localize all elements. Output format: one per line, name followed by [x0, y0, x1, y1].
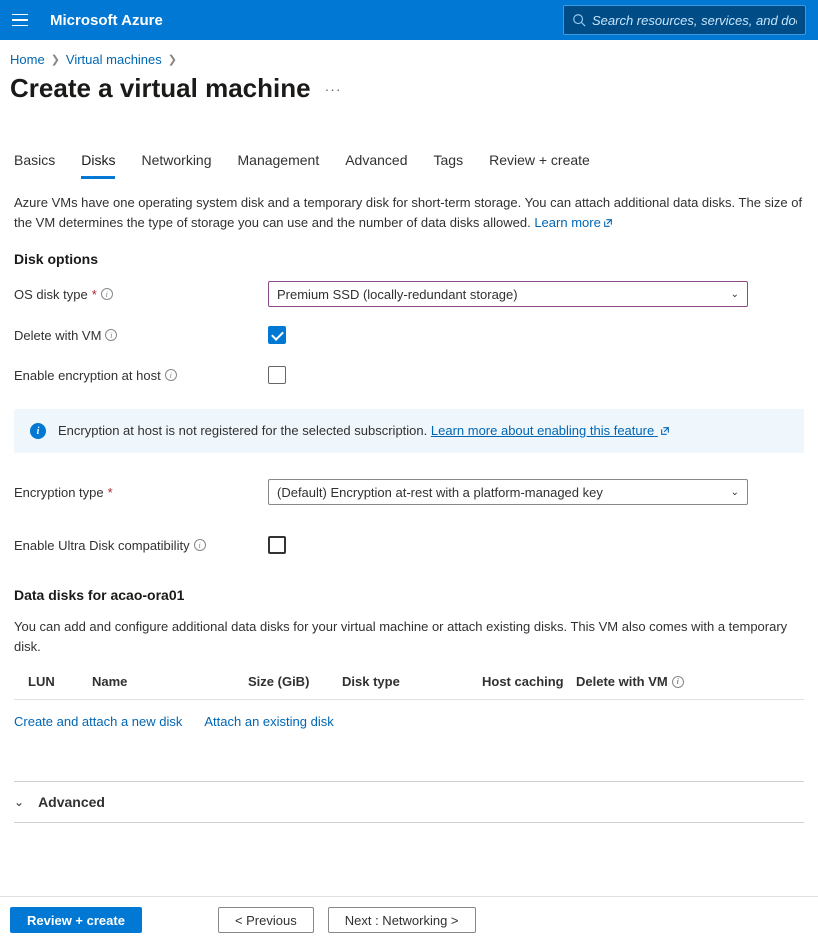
wizard-footer: Review + create < Previous Next : Networ…	[0, 896, 818, 943]
checkbox-encryption-at-host[interactable]	[268, 366, 286, 384]
info-icon: i	[30, 423, 46, 439]
label-ultra-disk: Enable Ultra Disk compatibility i	[14, 538, 268, 553]
page-header: Create a virtual machine ···	[0, 67, 818, 104]
tab-description: Azure VMs have one operating system disk…	[14, 193, 804, 233]
col-header-size: Size (GiB)	[248, 674, 342, 689]
external-link-icon	[603, 214, 613, 234]
required-asterisk: *	[92, 287, 97, 302]
chevron-down-icon: ⌄	[14, 795, 24, 809]
info-icon[interactable]: i	[101, 288, 113, 300]
review-create-button[interactable]: Review + create	[10, 907, 142, 933]
disk-options-heading: Disk options	[14, 251, 804, 267]
tab-networking[interactable]: Networking	[141, 152, 211, 179]
data-disks-table-header: LUN Name Size (GiB) Disk type Host cachi…	[14, 670, 804, 700]
col-header-cache: Host caching	[482, 674, 576, 689]
label-encryption-type: Encryption type *	[14, 485, 268, 500]
content-area: Azure VMs have one operating system disk…	[0, 179, 818, 823]
previous-button[interactable]: < Previous	[218, 907, 314, 933]
required-asterisk: *	[108, 485, 113, 500]
row-ultra-disk: Enable Ultra Disk compatibility i	[14, 533, 804, 557]
breadcrumb: Home ❯ Virtual machines ❯	[0, 40, 818, 67]
next-button[interactable]: Next : Networking >	[328, 907, 476, 933]
page-more-icon[interactable]: ···	[325, 81, 342, 97]
search-icon	[572, 13, 586, 27]
external-link-icon	[660, 424, 670, 439]
data-disks-heading: Data disks for acao-ora01	[14, 587, 804, 603]
chevron-down-icon: ⌄	[731, 487, 739, 498]
advanced-section-label: Advanced	[38, 794, 105, 810]
info-icon[interactable]: i	[105, 329, 117, 341]
info-icon[interactable]: i	[672, 676, 684, 688]
col-header-type: Disk type	[342, 674, 482, 689]
dropdown-os-disk-type[interactable]: Premium SSD (locally-redundant storage) …	[268, 281, 748, 307]
chevron-right-icon: ❯	[168, 53, 177, 66]
breadcrumb-virtual-machines[interactable]: Virtual machines	[66, 52, 162, 67]
attach-existing-disk-link[interactable]: Attach an existing disk	[204, 714, 333, 729]
tab-management[interactable]: Management	[238, 152, 320, 179]
info-bar-text: Encryption at host is not registered for…	[58, 423, 427, 438]
description-text: Azure VMs have one operating system disk…	[14, 195, 802, 230]
tab-bar: Basics Disks Networking Management Advan…	[0, 104, 818, 179]
dropdown-encryption-type[interactable]: (Default) Encryption at-rest with a plat…	[268, 479, 748, 505]
data-disks-description: You can add and configure additional dat…	[14, 617, 804, 656]
tab-advanced[interactable]: Advanced	[345, 152, 407, 179]
info-icon[interactable]: i	[194, 539, 206, 551]
label-os-disk-type: OS disk type * i	[14, 287, 268, 302]
checkbox-ultra-disk[interactable]	[268, 536, 286, 554]
row-encryption-at-host: Enable encryption at host i	[14, 363, 804, 387]
menu-icon[interactable]	[12, 10, 32, 30]
brand-label: Microsoft Azure	[50, 12, 163, 29]
info-icon[interactable]: i	[165, 369, 177, 381]
global-search[interactable]	[563, 5, 806, 35]
tab-disks[interactable]: Disks	[81, 152, 115, 179]
chevron-right-icon: ❯	[51, 53, 60, 66]
encryption-info-bar: i Encryption at host is not registered f…	[14, 409, 804, 453]
checkbox-delete-with-vm[interactable]	[268, 326, 286, 344]
tab-tags[interactable]: Tags	[434, 152, 464, 179]
col-header-lun: LUN	[28, 674, 92, 689]
row-os-disk-type: OS disk type * i Premium SSD (locally-re…	[14, 281, 804, 307]
label-delete-with-vm: Delete with VM i	[14, 328, 268, 343]
row-delete-with-vm: Delete with VM i	[14, 323, 804, 347]
advanced-section-toggle[interactable]: ⌄ Advanced	[14, 781, 804, 823]
breadcrumb-home[interactable]: Home	[10, 52, 45, 67]
top-bar: Microsoft Azure	[0, 0, 818, 40]
data-disk-actions: Create and attach a new disk Attach an e…	[14, 700, 804, 729]
col-header-delete: Delete with VM i	[576, 674, 804, 689]
label-encryption-at-host: Enable encryption at host i	[14, 368, 268, 383]
chevron-down-icon: ⌄	[731, 289, 739, 300]
learn-more-link[interactable]: Learn more	[534, 215, 612, 230]
tab-review-create[interactable]: Review + create	[489, 152, 590, 179]
create-attach-disk-link[interactable]: Create and attach a new disk	[14, 714, 182, 729]
encryption-learn-more-link[interactable]: Learn more about enabling this feature	[431, 423, 670, 438]
page-title: Create a virtual machine	[10, 73, 311, 104]
search-input[interactable]	[592, 13, 797, 28]
row-encryption-type: Encryption type * (Default) Encryption a…	[14, 479, 804, 505]
col-header-name: Name	[92, 674, 248, 689]
tab-basics[interactable]: Basics	[14, 152, 55, 179]
